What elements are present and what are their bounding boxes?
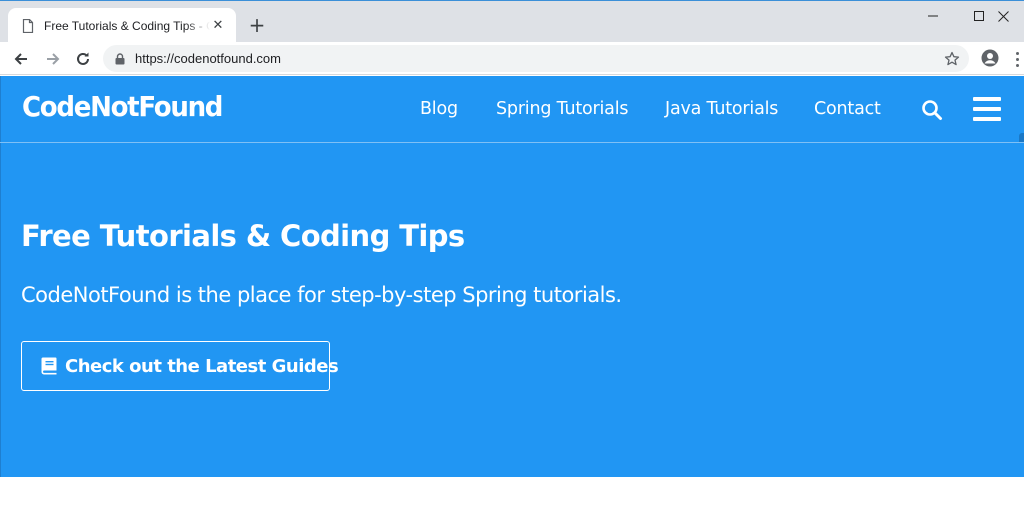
back-button[interactable] [10, 48, 32, 70]
nav-contact[interactable]: Contact [814, 99, 881, 119]
nav-java-tutorials[interactable]: Java Tutorials [665, 99, 778, 119]
maximize-button[interactable] [956, 1, 1002, 31]
hero-title: Free Tutorials & Coding Tips [21, 219, 465, 253]
web-page: CodeNotFound Blog Spring Tutorials Java … [0, 76, 1024, 512]
site-logo[interactable]: CodeNotFound [22, 90, 223, 123]
close-tab-icon[interactable]: ✕ [210, 18, 226, 34]
latest-guides-button[interactable]: Check out the Latest Guides [21, 341, 339, 391]
browser-toolbar: https://codenotfound.com [0, 42, 1024, 75]
bookmark-star-icon[interactable] [939, 48, 965, 70]
minimize-button[interactable] [910, 1, 956, 31]
url-text: https://codenotfound.com [135, 51, 281, 66]
search-icon[interactable] [921, 99, 943, 121]
reload-icon [77, 52, 89, 65]
profile-avatar-icon[interactable] [980, 48, 1000, 68]
arrow-left-icon [14, 53, 27, 65]
book-icon [41, 357, 58, 375]
hero-subtitle: CodeNotFound is the place for step-by-st… [21, 283, 622, 307]
close-window-icon [998, 10, 1009, 22]
browser-tab-strip: Free Tutorials & Coding Tips - CodeNotFo… [0, 0, 1024, 43]
minimize-icon [928, 15, 938, 17]
hero-section: Free Tutorials & Coding Tips CodeNotFoun… [0, 143, 1024, 477]
page-icon [22, 18, 34, 33]
latest-guides-label: Check out the Latest Guides [65, 355, 339, 377]
forward-button[interactable] [42, 48, 64, 70]
address-bar[interactable]: https://codenotfound.com [103, 45, 969, 72]
hamburger-menu-icon[interactable] [973, 97, 1001, 121]
browser-menu-icon[interactable] [1010, 48, 1024, 70]
new-tab-button[interactable]: + [246, 13, 268, 37]
browser-tab[interactable]: Free Tutorials & Coding Tips - CodeNotFo… [8, 8, 236, 43]
maximize-icon [974, 11, 984, 21]
close-window-button[interactable] [998, 1, 1024, 31]
nav-spring-tutorials[interactable]: Spring Tutorials [496, 99, 628, 119]
nav-blog[interactable]: Blog [420, 99, 458, 119]
arrow-right-icon [47, 53, 60, 65]
reload-button[interactable] [72, 48, 94, 70]
tab-title: Free Tutorials & Coding Tips - CodeNotFo… [44, 18, 210, 33]
lock-icon [115, 52, 125, 65]
site-header: CodeNotFound Blog Spring Tutorials Java … [0, 76, 1024, 161]
